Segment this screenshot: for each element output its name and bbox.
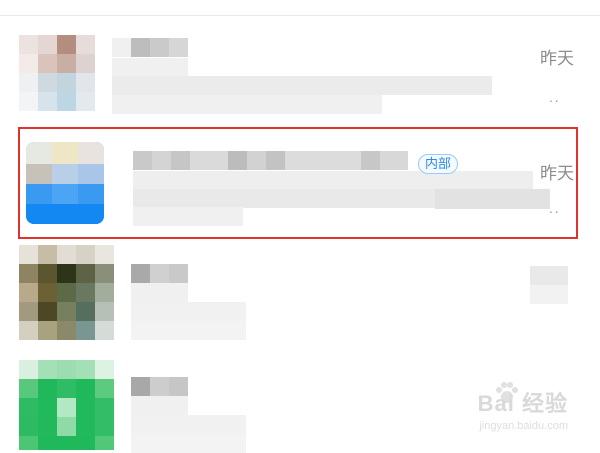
timestamp-blur xyxy=(530,266,568,285)
more-indicator: ·· xyxy=(548,92,560,108)
avatar[interactable] xyxy=(19,245,114,340)
watermark-url: jingyan.baidu.com xyxy=(479,420,568,432)
conversation-item[interactable]: 昨天 ·· xyxy=(0,16,600,121)
conversation-item[interactable] xyxy=(0,240,600,350)
timestamp: 昨天 xyxy=(540,49,574,68)
avatar[interactable] xyxy=(19,35,95,111)
watermark-brand: Bai 经验 xyxy=(477,391,568,416)
highlight-frame xyxy=(18,127,578,239)
more-indicator-blur xyxy=(530,285,568,304)
avatar[interactable] xyxy=(19,360,114,450)
